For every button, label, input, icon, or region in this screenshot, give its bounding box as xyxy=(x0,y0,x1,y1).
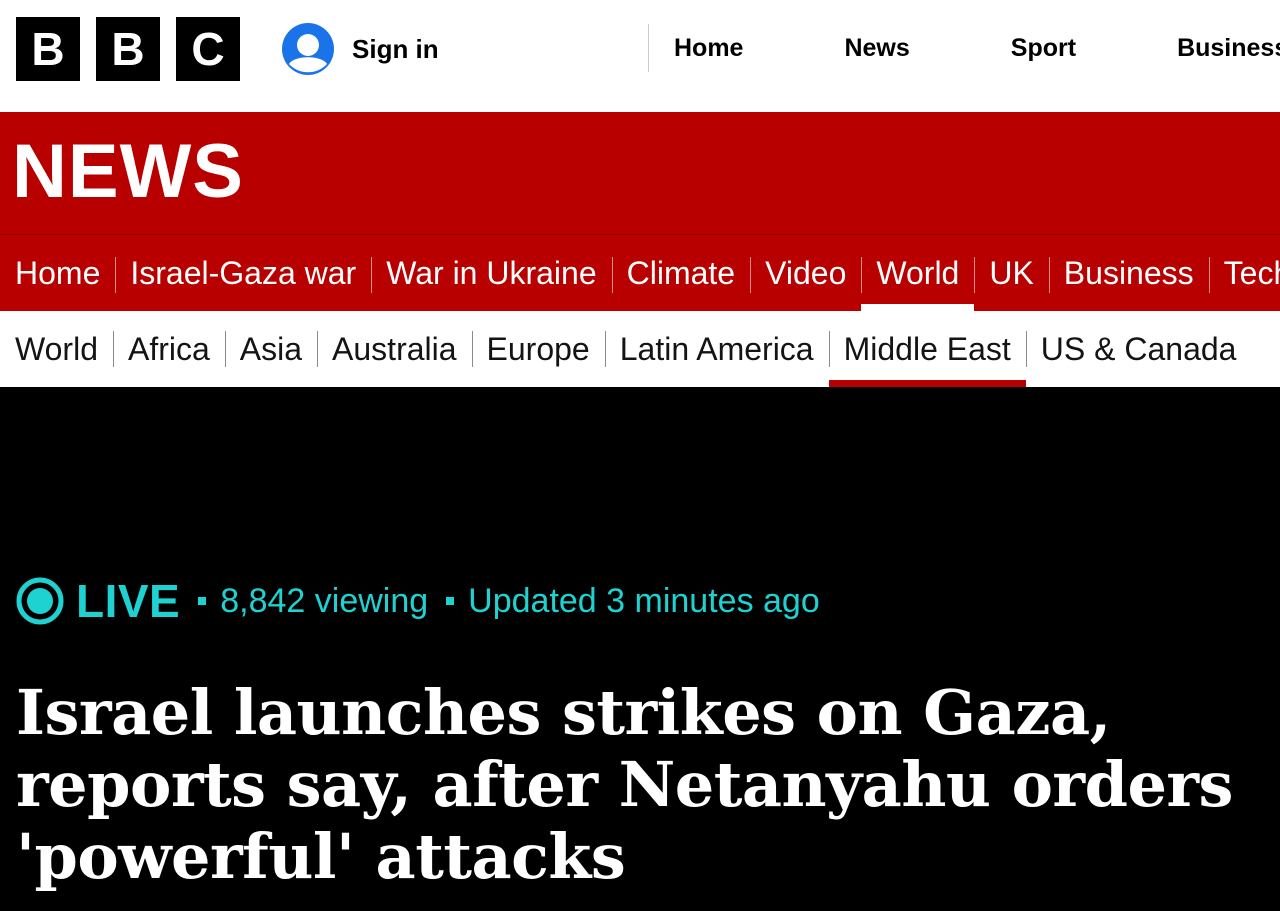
global-nav-home[interactable]: Home xyxy=(674,34,743,63)
subnav-latin-america[interactable]: Latin America xyxy=(604,311,829,387)
separator-dot xyxy=(198,597,207,605)
nav-climate[interactable]: Climate xyxy=(611,235,750,311)
sign-in-button[interactable]: Sign in xyxy=(282,23,439,75)
subnav-us-canada[interactable]: US & Canada xyxy=(1025,311,1252,387)
global-nav-news[interactable]: News xyxy=(844,34,909,63)
live-icon xyxy=(16,577,64,625)
user-icon xyxy=(282,23,334,75)
nav-home[interactable]: Home xyxy=(0,235,115,311)
nav-tech[interactable]: Tech xyxy=(1208,235,1280,311)
subnav-africa[interactable]: Africa xyxy=(112,311,225,387)
bbc-logo-block: B xyxy=(96,17,160,81)
nav-business[interactable]: Business xyxy=(1048,235,1209,311)
live-status-line: LIVE 8,842 viewing Updated 3 minutes ago xyxy=(16,574,820,628)
bbc-logo-block: B xyxy=(16,17,80,81)
subnav-middle-east[interactable]: Middle East xyxy=(828,311,1026,387)
world-sub-nav: World Africa Asia Australia Europe Latin… xyxy=(0,311,1280,387)
news-wordmark[interactable]: NEWS xyxy=(12,134,244,210)
bbc-logo-block: C xyxy=(176,17,240,81)
separator-dot xyxy=(446,597,455,605)
nav-israel-gaza-war[interactable]: Israel-Gaza war xyxy=(115,235,371,311)
sign-in-label: Sign in xyxy=(352,33,439,64)
global-nav-business[interactable]: Business xyxy=(1177,34,1280,63)
subnav-europe[interactable]: Europe xyxy=(471,311,605,387)
nav-world[interactable]: World xyxy=(861,235,975,311)
global-nav: Home News Sport Business xyxy=(674,0,1280,96)
global-header: B B C Sign in Home News Sport Business xyxy=(0,0,1280,112)
subnav-asia[interactable]: Asia xyxy=(224,311,317,387)
subnav-world[interactable]: World xyxy=(0,311,113,387)
news-primary-nav: Home Israel-Gaza war War in Ukraine Clim… xyxy=(0,234,1280,311)
updated-time: Updated 3 minutes ago xyxy=(468,581,820,620)
live-hero: LIVE 8,842 viewing Updated 3 minutes ago… xyxy=(0,387,1280,911)
live-label: LIVE xyxy=(76,575,181,627)
bbc-logo[interactable]: B B C xyxy=(16,17,240,81)
nav-uk[interactable]: UK xyxy=(974,235,1048,311)
nav-war-in-ukraine[interactable]: War in Ukraine xyxy=(371,235,611,311)
nav-video[interactable]: Video xyxy=(750,235,861,311)
subnav-australia[interactable]: Australia xyxy=(317,311,472,387)
header-divider xyxy=(648,24,649,72)
news-brand-band: NEWS xyxy=(0,112,1280,234)
page-headline: Israel launches strikes on Gaza, reports… xyxy=(16,676,1233,893)
global-nav-sport[interactable]: Sport xyxy=(1011,34,1076,63)
viewing-count: 8,842 viewing xyxy=(220,581,429,620)
